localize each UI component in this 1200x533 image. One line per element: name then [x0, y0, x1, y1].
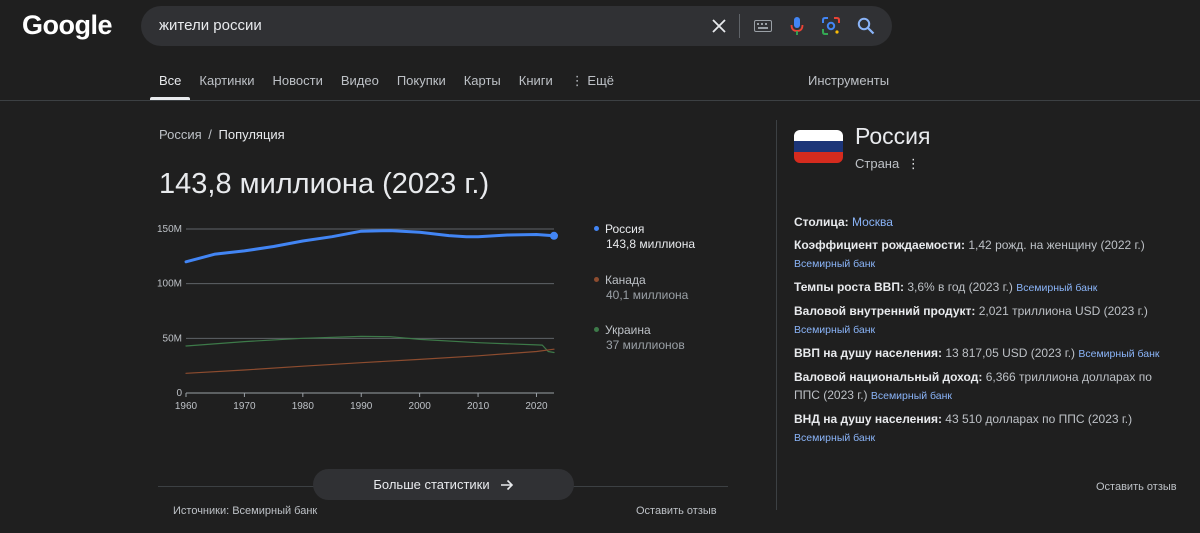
search-box[interactable]: жители россии: [141, 6, 892, 46]
breadcrumb-current: Популяция: [218, 127, 285, 142]
tools-button[interactable]: Инструменты: [808, 73, 889, 88]
series-line-russia: [184, 229, 556, 264]
kp-subtitle-text: Страна: [855, 156, 900, 171]
search-divider: [739, 14, 740, 38]
kp-fact-source[interactable]: Всемирный банк: [794, 432, 875, 444]
y-tick-label: 100M: [157, 279, 182, 290]
x-tick-label: 1970: [233, 401, 256, 412]
search-input[interactable]: жители россии: [159, 17, 262, 34]
legend-canada-name: Канада: [605, 273, 646, 287]
legend-dot-canada: [594, 277, 599, 283]
tab-maps[interactable]: Карты: [455, 62, 510, 100]
legend-dot-russia: [594, 226, 599, 232]
kp-fact-label: Валовой внутренний продукт:: [794, 304, 976, 318]
kp-facts: Столица: Москва Коэффициент рождаемости: …: [794, 213, 1170, 452]
kp-fact-label: Коэффициент рождаемости:: [794, 238, 966, 252]
more-options-icon[interactable]: ⋮: [907, 156, 920, 171]
kp-fact-row: Коэффициент рождаемости: 1,42 рожд. на ж…: [794, 236, 1170, 273]
legend-russia-name: Россия: [605, 222, 645, 236]
kp-fact-label: Столица:: [794, 215, 849, 229]
tab-all[interactable]: Все: [150, 62, 191, 100]
tab-images[interactable]: Картинки: [190, 62, 263, 100]
breadcrumb-parent[interactable]: Россия: [159, 127, 202, 142]
breadcrumb-separator: /: [208, 127, 212, 142]
x-tick-label: 1960: [175, 401, 198, 412]
x-tick-label: 2010: [467, 401, 490, 412]
population-value: 143,8 миллиона (2023 г.): [159, 168, 490, 200]
kp-fact-label: ВВП на душу населения:: [794, 346, 943, 360]
more-stats-button[interactable]: Больше статистики: [313, 469, 574, 500]
kp-fact-row: Столица: Москва: [794, 213, 1170, 231]
google-logo[interactable]: Google: [22, 10, 113, 41]
y-tick-label: 50M: [163, 333, 182, 344]
kp-fact-value: 13 817,05 USD (2023 г.): [945, 346, 1076, 360]
tabs-divider: [0, 100, 1200, 101]
kp-fact-value: 1,42 рожд. на женщину (2022 г.): [968, 238, 1145, 252]
population-chart[interactable]: 0 50M 100M 150M 1960 1970 1980 1990 2000 2010 2020: [150, 215, 570, 415]
lens-icon[interactable]: [820, 15, 842, 37]
tab-videos[interactable]: Видео: [332, 62, 388, 100]
breadcrumb: Россия / Популяция: [159, 127, 285, 142]
clear-icon[interactable]: [708, 15, 730, 37]
kp-fact-value: 2,021 триллиона USD (2023 г.): [978, 304, 1148, 318]
kp-fact-row: ВНД на душу населения: 43 510 долларах п…: [794, 410, 1170, 447]
sources-text: Источники: Всемирный банк: [173, 505, 318, 517]
y-tick-label: 0: [176, 388, 182, 399]
kp-subtitle: Страна ⋮: [855, 156, 920, 172]
legend-russia-value: 143,8 миллиона: [606, 237, 695, 251]
tab-books[interactable]: Книги: [510, 62, 562, 100]
y-tick-label: 150M: [157, 224, 182, 235]
kp-fact-label: ВНД на душу населения:: [794, 412, 942, 426]
kp-title: Россия: [855, 123, 931, 149]
kp-fact-row: Темпы роста ВВП: 3,6% в год (2023 г.) Вс…: [794, 278, 1170, 297]
legend-canada-value: 40,1 миллиона: [606, 288, 689, 302]
panel-divider: [776, 120, 777, 510]
feedback-link-left[interactable]: Оставить отзыв: [636, 505, 717, 517]
microphone-icon[interactable]: [786, 15, 808, 37]
kp-fact-link[interactable]: Москва: [852, 215, 893, 229]
legend-ukraine-value: 37 миллионов: [606, 338, 685, 352]
tab-more[interactable]: ⋮ Ещё: [562, 62, 623, 100]
tab-news[interactable]: Новости: [264, 62, 332, 100]
x-tick-label: 2000: [409, 401, 432, 412]
x-tick-label: 2020: [525, 401, 548, 412]
series-endpoint-russia: [550, 231, 558, 240]
series-line-canada: [185, 348, 555, 374]
x-tick-label: 1990: [350, 401, 373, 412]
kp-fact-row: Валовой внутренний продукт: 2,021 трилли…: [794, 302, 1170, 339]
russia-flag[interactable]: [794, 130, 843, 163]
legend-ukraine-name: Украина: [605, 323, 651, 337]
legend-russia[interactable]: Россия 143,8 миллиона: [594, 222, 695, 252]
kp-fact-source[interactable]: Всемирный банк: [794, 258, 875, 270]
kp-fact-source[interactable]: Всемирный банк: [871, 390, 952, 402]
kp-fact-row: ВВП на душу населения: 13 817,05 USD (20…: [794, 344, 1170, 363]
kp-fact-row: Валовой национальный доход: 6,366 трилли…: [794, 368, 1170, 405]
keyboard-icon[interactable]: [752, 15, 774, 37]
x-tick-label: 1980: [292, 401, 315, 412]
kp-fact-source[interactable]: Всемирный банк: [1016, 282, 1097, 294]
kp-fact-label: Темпы роста ВВП:: [794, 280, 904, 294]
kp-fact-value: 3,6% в год (2023 г.): [907, 280, 1013, 294]
search-icon[interactable]: [855, 15, 877, 37]
legend-ukraine[interactable]: Украина 37 миллионов: [594, 323, 685, 353]
legend-dot-ukraine: [594, 327, 599, 333]
kp-fact-source[interactable]: Всемирный банк: [794, 324, 875, 336]
kp-fact-value: 43 510 долларах по ППС (2023 г.): [945, 412, 1133, 426]
more-stats-label: Больше статистики: [373, 477, 490, 492]
legend-canada[interactable]: Канада 40,1 миллиона: [594, 273, 688, 303]
kp-fact-source[interactable]: Всемирный банк: [1078, 348, 1159, 360]
kp-fact-label: Валовой национальный доход:: [794, 370, 983, 384]
arrow-right-icon: [500, 479, 513, 490]
search-tabs: Все Картинки Новости Видео Покупки Карты…: [150, 62, 623, 100]
feedback-link-right[interactable]: Оставить отзыв: [1096, 481, 1177, 493]
tab-shopping[interactable]: Покупки: [388, 62, 455, 100]
